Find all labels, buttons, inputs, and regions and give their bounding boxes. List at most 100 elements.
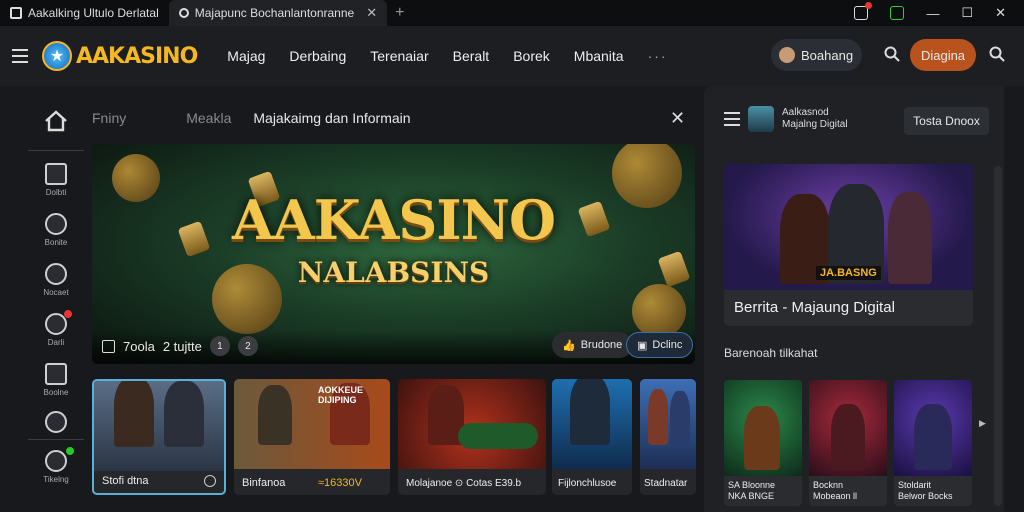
card-tag: AOKKEUE — [318, 385, 364, 395]
figure — [914, 404, 952, 470]
close-icon[interactable]: ✕ — [670, 108, 685, 129]
figure — [888, 192, 932, 284]
divider — [28, 439, 84, 440]
chevron-right-icon[interactable]: ▶ — [979, 418, 986, 429]
tab-close-icon[interactable]: ✕ — [366, 5, 377, 21]
card-caption: Stofi dtna — [102, 475, 149, 487]
sidebar-item-label: Boolne — [43, 388, 69, 397]
sidebar-item-label: Nocaet — [43, 288, 69, 297]
card-caption-line2: NKA BNGE — [728, 491, 775, 501]
new-tab-button[interactable]: + — [387, 4, 412, 22]
sidebar-home[interactable] — [28, 110, 84, 132]
close-button[interactable]: ✕ — [995, 5, 1006, 21]
extension-icon[interactable] — [890, 6, 905, 20]
sidebar-item-label: Darli — [47, 338, 65, 347]
sidebar-item-boolne[interactable]: Boolne — [28, 363, 84, 397]
card-value: ≈16330V — [318, 477, 362, 489]
card-image: AOKKEUE DIJIPING — [234, 379, 390, 469]
mini-card[interactable]: Bocknn Mobeaon ll — [809, 380, 887, 506]
chip-icon — [45, 313, 67, 335]
sidebar: Dolbti Bonite Nocaet Darli Boolne Tikeln… — [28, 86, 84, 512]
browser-tab[interactable]: Aakalking Ultulo Derlatal — [0, 0, 169, 26]
avatar — [779, 47, 795, 63]
card-caption: Stoldarit Belwor Bocks — [898, 480, 953, 502]
counter-badge[interactable]: 1 — [209, 336, 230, 356]
game-card[interactable]: Molajanoe ⊙ Cotas E39.b — [398, 379, 546, 495]
sidebar-item-bonite[interactable]: Bonite — [28, 213, 84, 247]
nav-more-icon[interactable]: ··· — [648, 48, 668, 64]
minimize-button[interactable]: — — [926, 6, 939, 21]
home-icon — [45, 363, 67, 385]
panel-title-line1: Aalkasnod — [782, 107, 829, 118]
search-icon[interactable] — [884, 46, 900, 62]
scrollbar[interactable] — [994, 166, 1002, 506]
figure — [164, 381, 204, 447]
browser-tab-active[interactable]: Majapunc Bochanlantonranne ✕ — [168, 0, 388, 26]
shield-icon — [45, 163, 67, 185]
card-image — [809, 380, 887, 476]
logo-text: AAKASINO — [76, 43, 198, 69]
nav-item[interactable]: Derbaing — [289, 48, 346, 64]
sidebar-item-darli[interactable]: Darli — [28, 310, 84, 347]
figure — [258, 385, 292, 445]
breadcrumb-item[interactable]: Meakla — [186, 110, 231, 126]
breadcrumb-item[interactable]: Fniny — [92, 110, 126, 126]
card-image — [724, 380, 802, 476]
logo[interactable]: ★ AAKASINO — [42, 41, 198, 71]
sidebar-item-label: Tikelng — [43, 475, 69, 484]
main-nav: Majag Derbaing Terenaiar Beralt Borek Mb… — [227, 48, 667, 64]
mini-card[interactable]: SA Bloonne NKA BNGE — [724, 380, 802, 506]
screen-icon: ▣ — [637, 339, 648, 352]
panel-title: Aalkasnod Majalng Digital — [782, 107, 848, 131]
game-card[interactable]: AOKKEUE DIJIPING Binfanoa ≈16330V — [234, 379, 390, 495]
right-panel: Aalkasnod Majalng Digital Tosta Dnoox JA… — [704, 86, 1004, 512]
sidebar-item-dolbti[interactable]: Dolbti — [28, 163, 84, 197]
card-caption: Molajanoe ⊙ Cotas E39.b — [406, 478, 522, 489]
card-image — [94, 381, 224, 471]
nav-item[interactable]: Terenaiar — [370, 48, 428, 64]
sidebar-item-help[interactable] — [28, 411, 84, 433]
sidebar-item-label: Dolbti — [45, 188, 67, 197]
radio-icon[interactable] — [204, 475, 216, 487]
panel-button[interactable]: Tosta Dnoox — [904, 107, 989, 135]
counter-badge[interactable]: 2 — [237, 336, 258, 356]
login-button[interactable]: Diagina — [910, 39, 976, 71]
nav-item[interactable]: Borek — [513, 48, 550, 64]
sidebar-item-tikelng[interactable]: Tikelng — [28, 447, 84, 484]
hero-banner[interactable]: AAKASINO NALABSINS 7oola 2 tujtte 1 2 👍 … — [92, 144, 695, 364]
game-card[interactable]: Stadnatar — [640, 379, 696, 495]
sidebar-item-nocaet[interactable]: Nocaet — [28, 263, 84, 297]
figure — [831, 404, 865, 470]
card-caption-line1: Bocknn — [813, 480, 844, 490]
thumbnail-row: Stofi dtna AOKKEUE DIJIPING Binfanoa ≈16… — [92, 379, 704, 495]
divider — [28, 150, 84, 151]
notification-icon[interactable] — [854, 2, 873, 20]
nav-item[interactable]: Majag — [227, 48, 265, 64]
mini-card[interactable]: Stoldarit Belwor Bocks — [894, 380, 972, 506]
main-content: Fniny Meakla Majakaimg dan Informain ✕ A… — [84, 86, 704, 512]
avatar — [748, 106, 774, 132]
nav-item[interactable]: Mbanita — [574, 48, 624, 64]
featured-image: JA.BASNG — [724, 164, 973, 290]
menu-icon[interactable] — [12, 49, 28, 63]
menu-icon[interactable] — [724, 112, 740, 126]
thumbs-up-icon: 👍 — [562, 339, 576, 352]
banner-footer-label: 7oola — [123, 338, 155, 354]
game-card[interactable]: Fijlonchlusoe — [552, 379, 632, 495]
play-button[interactable]: ▣ Dclinc — [626, 332, 694, 358]
nav-item[interactable]: Beralt — [453, 48, 490, 64]
featured-card[interactable]: JA.BASNG Berrita - Majaung Digital — [724, 164, 973, 326]
game-card[interactable]: Stofi dtna — [92, 379, 226, 495]
site-header: ★ AAKASINO Majag Derbaing Terenaiar Bera… — [0, 26, 1024, 86]
like-button[interactable]: 👍 Brudone — [552, 332, 633, 358]
figure — [670, 391, 690, 445]
user-menu[interactable]: Boahang — [771, 39, 862, 71]
logo-star-icon: ★ — [42, 41, 72, 71]
sidebar-item-label: Bonite — [44, 238, 68, 247]
maximize-button[interactable]: ☐ — [961, 5, 973, 21]
card-caption: Bocknn Mobeaon ll — [813, 480, 857, 502]
play-label: Dclinc — [652, 339, 683, 351]
search-icon[interactable] — [989, 46, 1005, 62]
checkbox-icon[interactable] — [102, 339, 115, 353]
card-caption-line2: Mobeaon ll — [813, 491, 858, 501]
